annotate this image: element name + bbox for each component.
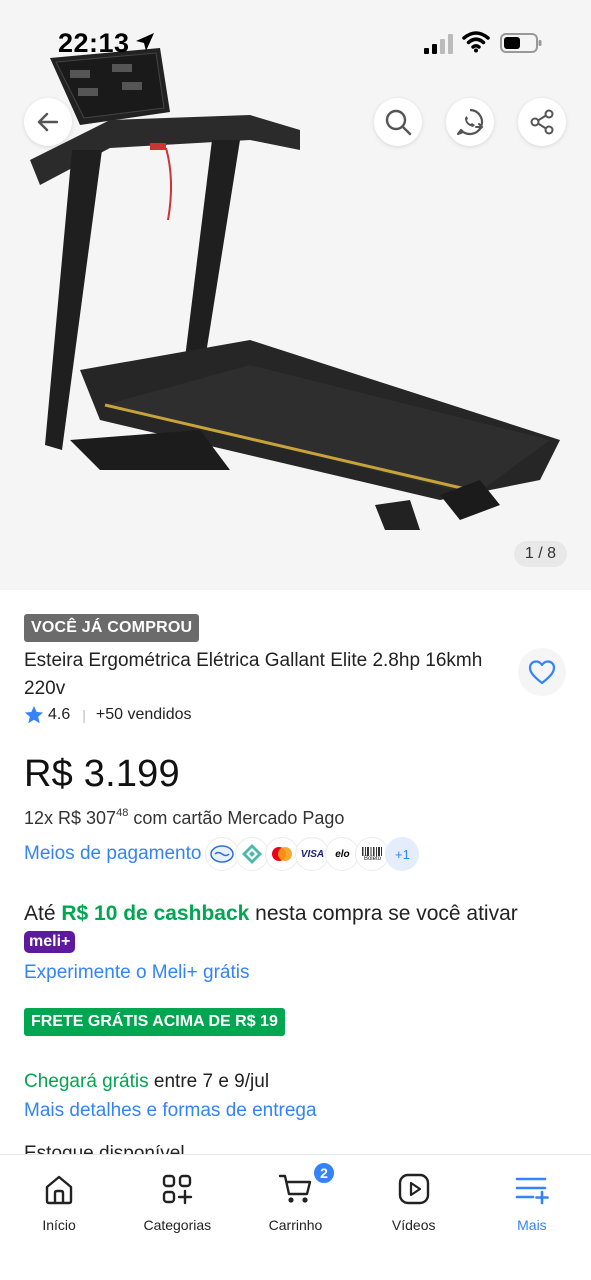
product-title: Esteira Ergométrica Elétrica Gallant Eli… — [24, 650, 483, 699]
already-bought-badge: VOCÊ JÁ COMPROU — [24, 614, 200, 642]
status-bar: 22:13 — [0, 0, 591, 88]
meli-plus-badge: meli+ — [24, 931, 76, 954]
sold-count: +50 vendidos — [95, 706, 192, 723]
mercado-pago-icon — [205, 837, 240, 871]
nav-item-categories[interactable]: Categorias — [118, 1155, 236, 1280]
favorite-button[interactable] — [518, 648, 566, 696]
installments-cents: 48 — [116, 807, 129, 819]
free-shipping-badge: FRETE GRÁTIS ACIMA DE R$ 19 — [24, 1008, 285, 1036]
wifi-icon — [462, 31, 490, 53]
rating-value: 4.6 — [48, 706, 71, 723]
nav-label-more: Mais — [517, 1217, 547, 1233]
divider: | — [82, 707, 86, 723]
nav-label-categories: Categorias — [143, 1217, 212, 1233]
delivery-details-link[interactable]: Mais detalhes e formas de entrega — [24, 1100, 317, 1122]
status-time: 22:13 — [58, 28, 130, 58]
star-icon — [25, 706, 43, 724]
heart-icon — [528, 660, 556, 685]
menu-plus-icon — [515, 1177, 549, 1205]
payment-methods-row[interactable]: Meios de pagamento VISA elo Boleto +1 — [24, 836, 420, 872]
payment-icons: VISA elo Boleto +1 — [205, 837, 420, 871]
whatsapp-share-button[interactable] — [446, 98, 494, 146]
installments-suffix: com cartão Mercado Pago — [128, 808, 345, 828]
search-button[interactable] — [374, 98, 422, 146]
nav-item-cart[interactable]: 2 Carrinho — [236, 1155, 354, 1280]
more-payment-methods[interactable]: +1 — [385, 837, 420, 871]
cashback-middle: nesta compra se você ativar — [249, 902, 518, 925]
cart-count-badge: 2 — [312, 1161, 337, 1185]
back-button[interactable] — [24, 98, 72, 146]
try-meli-plus-link[interactable]: Experimente o Meli+ grátis — [24, 962, 249, 984]
cashback-prefix: Até — [24, 902, 62, 925]
boleto-icon: Boleto — [355, 837, 390, 871]
whatsapp-icon — [456, 108, 484, 136]
nav-item-videos[interactable]: Vídeos — [355, 1155, 473, 1280]
cart-icon — [278, 1174, 311, 1203]
cashback-amount: R$ 10 de cashback — [61, 902, 250, 925]
rating-row[interactable]: 4.6 | +50 vendidos — [24, 705, 192, 725]
mastercard-icon — [265, 837, 300, 871]
nav-label-home: Início — [42, 1217, 76, 1233]
payment-methods-link[interactable]: Meios de pagamento — [24, 843, 201, 865]
installments-prefix: 12x R$ 307 — [24, 808, 117, 828]
nav-label-videos: Vídeos — [391, 1217, 436, 1233]
location-arrow-icon — [136, 33, 154, 51]
pix-icon — [235, 837, 270, 871]
battery-icon — [500, 33, 542, 53]
home-icon — [45, 1175, 73, 1205]
product-gallery[interactable]: 22:13 1 / 8 — [0, 0, 591, 590]
bottom-navigation: Início Categorias 2 Carrinho Vídeos Mais — [0, 1154, 591, 1280]
arrival-free: Chegará grátis — [24, 1071, 149, 1092]
arrival-dates: entre 7 e 9/jul — [148, 1071, 270, 1092]
categories-icon — [163, 1174, 193, 1205]
signal-icon — [424, 34, 453, 54]
image-counter: 1 / 8 — [514, 541, 567, 567]
back-arrow-icon — [37, 112, 59, 132]
installments: 12x R$ 30748 com cartão Mercado Pago — [24, 807, 345, 829]
nav-item-more[interactable]: Mais — [473, 1155, 591, 1280]
elo-icon: elo — [325, 837, 360, 871]
share-icon — [530, 109, 554, 135]
visa-icon: VISA — [295, 837, 330, 871]
nav-item-home[interactable]: Início — [0, 1155, 118, 1280]
nav-label-cart: Carrinho — [268, 1217, 323, 1233]
cashback-info: Até R$ 10 de cashback nesta compra se vo… — [24, 899, 544, 959]
share-button[interactable] — [518, 98, 566, 146]
video-icon — [398, 1173, 429, 1205]
arrival-info: Chegará grátis entre 7 e 9/jul — [24, 1071, 269, 1093]
search-icon — [385, 109, 412, 136]
price: R$ 3.199 — [24, 753, 180, 795]
product-image — [30, 48, 560, 530]
